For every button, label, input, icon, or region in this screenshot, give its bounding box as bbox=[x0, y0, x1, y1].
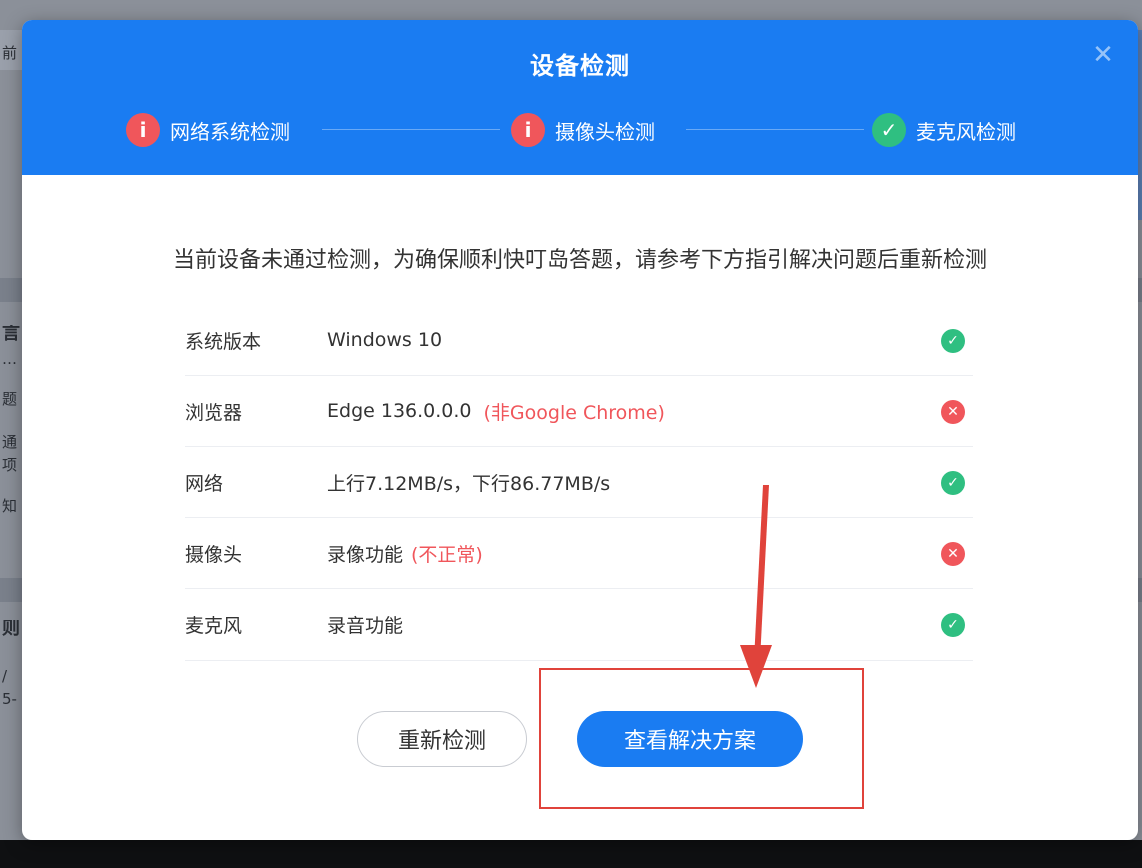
recheck-button[interactable]: 重新检测 bbox=[357, 711, 527, 767]
check-icon: ✓ bbox=[941, 471, 965, 495]
table-row: 麦克风 录音功能 ✓ bbox=[185, 589, 973, 661]
modal-title: 设备检测 bbox=[530, 52, 630, 80]
row-value: 上行7.12MB/s，下行86.77MB/s bbox=[327, 472, 611, 495]
step-label: 麦克风检测 bbox=[916, 119, 1016, 144]
background-text: 知 bbox=[2, 497, 18, 515]
step-microphone: ✓ 麦克风检测 bbox=[872, 113, 1016, 147]
row-name: 麦克风 bbox=[185, 615, 243, 637]
row-value: Windows 10 bbox=[327, 329, 443, 351]
alert-icon: i bbox=[511, 113, 545, 147]
table-row: 浏览器 Edge 136.0.0.0 (非Google Chrome) ✕ bbox=[185, 376, 973, 447]
background-text: 题 bbox=[2, 390, 18, 408]
row-name: 浏览器 bbox=[185, 401, 243, 424]
step-label: 网络系统检测 bbox=[170, 119, 290, 144]
step-network-system: i 网络系统检测 bbox=[126, 113, 290, 147]
error-icon: ✕ bbox=[941, 400, 965, 424]
close-icon[interactable]: ✕ bbox=[1090, 42, 1116, 68]
check-icon: ✓ bbox=[941, 329, 965, 353]
check-icon: ✓ bbox=[872, 113, 906, 147]
alert-icon: i bbox=[126, 113, 160, 147]
background-text: 通 bbox=[2, 433, 18, 451]
table-row: 网络 上行7.12MB/s，下行86.77MB/s ✓ bbox=[185, 447, 973, 518]
background-text: 则 bbox=[2, 620, 20, 638]
bottom-bar bbox=[0, 840, 1142, 868]
step-connector bbox=[686, 129, 864, 130]
step-camera: i 摄像头检测 bbox=[511, 113, 655, 147]
modal-header: 设备检测 ✕ i 网络系统检测 i 摄像头检测 ✓ 麦克风检测 bbox=[22, 20, 1138, 175]
table-row: 摄像头 录像功能 (不正常) ✕ bbox=[185, 518, 973, 589]
background-text: 言 bbox=[2, 325, 20, 343]
check-results-table: 系统版本 Windows 10 ✓ 浏览器 Edge 136.0.0.0 (非G… bbox=[185, 305, 973, 661]
background-text: 前 bbox=[2, 44, 18, 62]
table-row: 系统版本 Windows 10 ✓ bbox=[185, 305, 973, 376]
row-value: 录像功能 bbox=[327, 543, 404, 566]
background-text: … bbox=[2, 350, 17, 368]
error-icon: ✕ bbox=[941, 542, 965, 566]
row-name: 摄像头 bbox=[185, 543, 243, 566]
row-value: 录音功能 bbox=[327, 615, 404, 637]
annotation-box bbox=[539, 668, 864, 809]
background-text: 5- bbox=[2, 690, 17, 708]
background-text: 项 bbox=[2, 456, 18, 474]
step-label: 摄像头检测 bbox=[555, 119, 655, 144]
background-text: / bbox=[2, 667, 8, 685]
row-name: 系统版本 bbox=[185, 330, 262, 353]
notice-text: 当前设备未通过检测，为确保顺利快叮岛答题，请参考下方指引解决问题后重新检测 bbox=[172, 248, 987, 273]
step-connector bbox=[322, 129, 500, 130]
device-check-modal: 设备检测 ✕ i 网络系统检测 i 摄像头检测 ✓ 麦克风检测 当前设备未通过检… bbox=[22, 20, 1138, 840]
check-icon: ✓ bbox=[941, 613, 965, 637]
row-warning: (不正常) bbox=[411, 543, 483, 566]
row-value: Edge 136.0.0.0 bbox=[327, 400, 472, 422]
row-name: 网络 bbox=[185, 472, 224, 495]
row-warning: (非Google Chrome) bbox=[483, 401, 665, 424]
